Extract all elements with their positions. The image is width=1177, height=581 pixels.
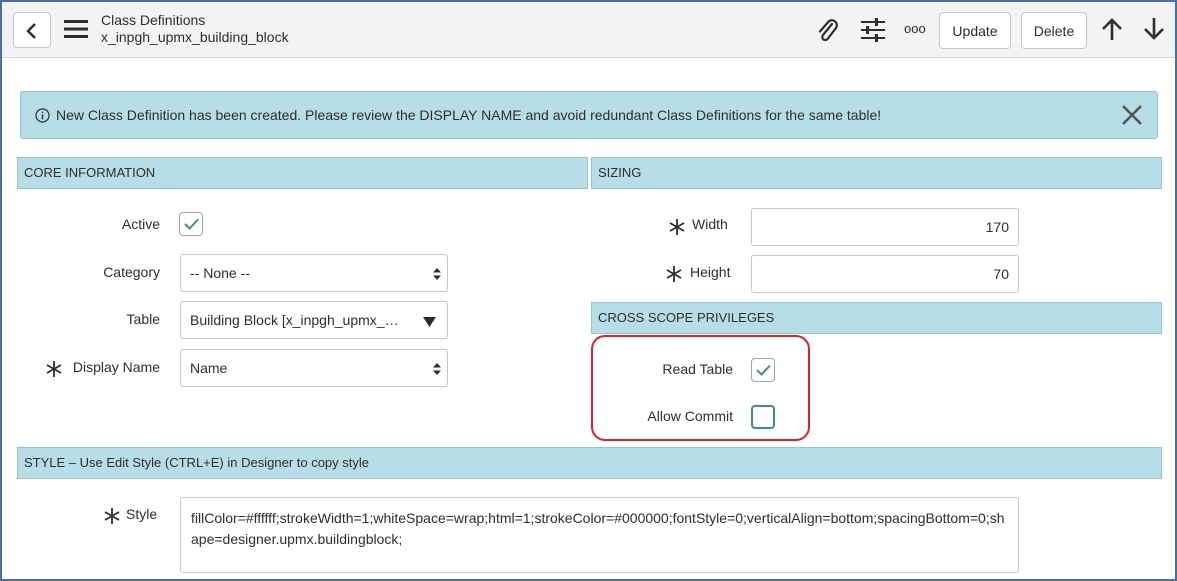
width-label: Width — [692, 216, 728, 232]
table-value: Building Block [x_inpgh_upmx_… — [190, 312, 399, 328]
dropdown-triangle-icon — [423, 317, 436, 327]
style-textarea[interactable]: fillColor=#ffffff;strokeWidth=1;whiteSpa… — [180, 497, 1019, 573]
height-input[interactable]: 70 — [751, 255, 1019, 293]
read-table-label: Read Table — [662, 361, 733, 377]
chevron-left-icon — [26, 23, 36, 39]
category-value: -- None -- — [190, 265, 250, 281]
back-button[interactable] — [13, 12, 51, 48]
highlight-box — [591, 335, 810, 441]
hamburger-menu-icon[interactable] — [64, 19, 88, 39]
arrow-down-icon[interactable] — [1143, 17, 1165, 41]
active-label: Active — [121, 216, 160, 232]
table-select[interactable]: Building Block [x_inpgh_upmx_… — [180, 301, 448, 339]
delete-button[interactable]: Delete — [1021, 12, 1087, 49]
required-asterisk-icon — [666, 266, 682, 282]
paperclip-icon[interactable] — [816, 18, 840, 44]
width-input[interactable]: 170 — [751, 208, 1019, 246]
style-header: STYLE – Use Edit Style (CTRL+E) in Desig… — [17, 447, 1162, 479]
active-checkbox[interactable] — [179, 212, 203, 236]
sizing-header: SIZING — [591, 157, 1162, 189]
alert-message: New Class Definition has been created. P… — [56, 107, 882, 123]
display-name-select[interactable]: Name — [180, 349, 448, 387]
form-title: Class Definitions — [101, 12, 206, 28]
cross-scope-privileges-header: CROSS SCOPE PRIVILEGES — [591, 302, 1162, 334]
form-header: Class Definitions x_inpgh_upmx_building_… — [2, 2, 1175, 58]
display-name-label: Display Name — [72, 359, 160, 375]
form-window: Class Definitions x_inpgh_upmx_building_… — [2, 2, 1175, 579]
arrow-up-icon[interactable] — [1101, 17, 1123, 41]
core-information-header: CORE INFORMATION — [17, 157, 588, 189]
required-asterisk-icon — [46, 361, 62, 377]
info-alert: New Class Definition has been created. P… — [20, 91, 1158, 139]
info-circle-icon — [35, 108, 50, 123]
category-label: Category — [103, 264, 160, 280]
display-name-value: Name — [190, 360, 228, 376]
category-select[interactable]: -- None -- — [180, 254, 448, 292]
checkmark-icon — [756, 364, 771, 376]
close-icon[interactable] — [1121, 104, 1143, 126]
form-subtitle: x_inpgh_upmx_building_block — [101, 29, 289, 45]
style-label: Style — [126, 506, 158, 522]
allow-commit-label: Allow Commit — [647, 408, 733, 424]
update-button[interactable]: Update — [939, 12, 1011, 49]
personalize-sliders-icon[interactable] — [860, 18, 886, 42]
read-table-checkbox[interactable] — [751, 358, 775, 382]
checkmark-icon — [184, 218, 199, 230]
table-label: Table — [126, 311, 160, 327]
select-arrows-icon — [433, 363, 441, 375]
required-asterisk-icon — [104, 508, 120, 524]
height-label: Height — [690, 264, 731, 280]
select-arrows-icon — [433, 268, 441, 280]
required-asterisk-icon — [669, 219, 685, 235]
allow-commit-checkbox[interactable] — [751, 405, 775, 429]
more-options-icon[interactable]: ooo — [904, 21, 926, 36]
